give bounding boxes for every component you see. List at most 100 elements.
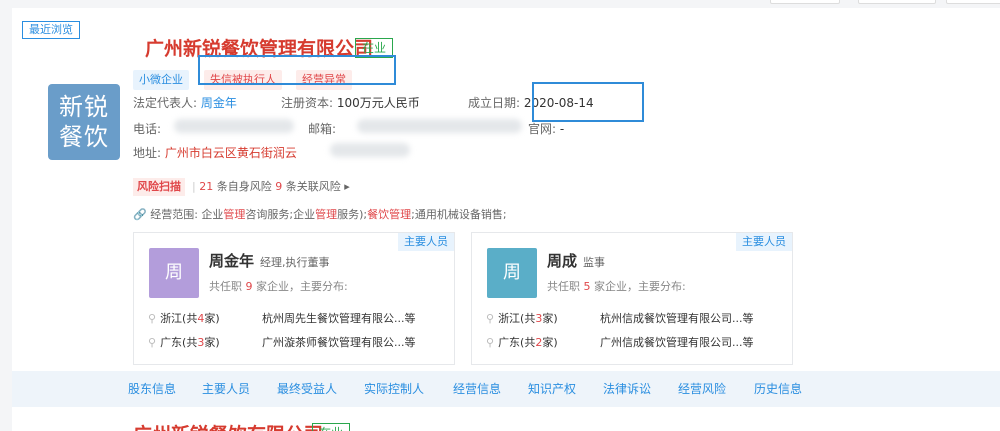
person-count: 共任职 5 家企业，主要分布: [547, 279, 686, 295]
count-suffix: 家企业，主要分布: [594, 280, 686, 293]
top-button[interactable] [858, 0, 936, 4]
location-row[interactable]: ⚲ 广东(共3家) 广州漩茶师餐饮管理有限公...等 [148, 335, 416, 351]
person-role: 经理,执行董事 [260, 256, 330, 269]
avatar[interactable]: 周 [149, 248, 199, 298]
location-row[interactable]: ⚲ 浙江(共3家) 杭州信成餐饮管理有限公司...等 [486, 311, 754, 327]
scope-text: 企业 [201, 208, 224, 221]
person-name[interactable]: 周成 监事 [547, 251, 605, 273]
scope-label: 经营范围: [150, 208, 198, 221]
top-strip [0, 0, 1000, 8]
company-card: 最近浏览 新锐 餐饮 广州新锐餐饮管理有限公司 在业 小微企业 失信被执行人 经… [12, 8, 1000, 371]
email-label: 邮箱: [308, 122, 337, 136]
top-button[interactable] [946, 0, 1000, 4]
loc-suffix: 家) [204, 336, 220, 349]
scope-highlight: 管理 [223, 208, 246, 221]
next-status-badge: 在业 [312, 423, 351, 431]
person-name-text: 周成 [547, 252, 578, 270]
nav-shareholders[interactable]: 股东信息 [128, 381, 176, 397]
top-button[interactable] [770, 0, 840, 4]
address-blurred [330, 143, 410, 157]
scope-highlight: 管理 [315, 208, 338, 221]
nav-legal-litigation[interactable]: 法律诉讼 [603, 381, 651, 397]
loc-prefix: 浙江(共 [498, 312, 536, 325]
loc-prefix: 广东(共 [160, 336, 198, 349]
location-row[interactable]: ⚲ 广东(共2家) 广州信成餐饮管理有限公司...等 [486, 335, 754, 351]
capital-row: 注册资本: 100万元人民币 [281, 95, 420, 111]
count-suffix: 家企业，主要分布: [256, 280, 348, 293]
nav-intellectual-property[interactable]: 知识产权 [528, 381, 576, 397]
nav-actual-controller[interactable]: 实际控制人 [364, 381, 424, 397]
loc-prefix: 浙江(共 [160, 312, 198, 325]
person-count: 共任职 9 家企业，主要分布: [209, 279, 348, 295]
legal-rep-label: 法定代表人: [133, 96, 198, 110]
person-name-text: 周金年 [209, 252, 255, 270]
capital-value: 100万元人民币 [336, 96, 420, 110]
loc-company[interactable]: 广州信成餐饮管理有限公司...等 [600, 335, 754, 351]
nav-history[interactable]: 历史信息 [754, 381, 802, 397]
recent-view-tag: 最近浏览 [22, 21, 80, 39]
person-card[interactable]: 主要人员 周 周金年 经理,执行董事 共任职 9 家企业，主要分布: ⚲ 浙江(共4… [133, 232, 455, 365]
founded-label: 成立日期: [468, 96, 521, 110]
location-row[interactable]: ⚲ 浙江(共4家) 杭州周先生餐饮管理有限公...等 [148, 311, 416, 327]
count-value: 5 [583, 280, 591, 293]
scope-text: ;通用机械设备销售; [411, 208, 507, 221]
nav-key-personnel[interactable]: 主要人员 [202, 381, 250, 397]
person-card[interactable]: 主要人员 周 周成 监事 共任职 5 家企业，主要分布: ⚲ 浙江(共3家) 杭州信… [471, 232, 793, 365]
address-label: 地址: [133, 146, 162, 160]
website-value: - [559, 122, 565, 136]
loc-company[interactable]: 广州漩茶师餐饮管理有限公...等 [262, 335, 416, 351]
loc-suffix: 家) [204, 312, 220, 325]
person-label: 主要人员 [736, 233, 792, 251]
loc-company[interactable]: 杭州信成餐饮管理有限公司...等 [600, 311, 754, 327]
address-value[interactable]: 广州市白云区黄石街润云 [165, 146, 297, 160]
location-pin-icon: ⚲ [148, 336, 157, 349]
count-prefix: 共任职 [209, 280, 242, 293]
phone-label: 电话: [133, 122, 162, 136]
logo-text-line1: 新锐 [59, 93, 109, 121]
loc-suffix: 家) [542, 336, 558, 349]
legal-rep-link[interactable]: 周金年 [201, 96, 237, 110]
risk-related-text: 条关联风险 [285, 180, 341, 193]
scope-text: 咨询服务;企业 [245, 208, 316, 221]
avatar[interactable]: 周 [487, 248, 537, 298]
capital-label: 注册资本: [281, 96, 334, 110]
loc-company[interactable]: 杭州周先生餐饮管理有限公...等 [262, 311, 416, 327]
highlight-box-founded [532, 82, 644, 122]
phone-row: 电话: [133, 121, 161, 137]
risk-scan-badge[interactable]: 风险扫描 [133, 178, 185, 196]
location-pin-icon: ⚲ [486, 336, 495, 349]
address-row: 地址: 广州市白云区黄石街润云 [133, 145, 297, 161]
phone-blurred [174, 119, 294, 133]
count-value: 9 [245, 280, 253, 293]
email-blurred [357, 119, 522, 133]
highlight-box-tags [198, 55, 396, 85]
section-nav: 股东信息 主要人员 最终受益人 实际控制人 经营信息 知识产权 法律诉讼 经营风… [12, 371, 1000, 407]
person-role: 监事 [583, 256, 606, 269]
caret-right-icon: ▸ [344, 180, 350, 193]
email-row: 邮箱: [308, 121, 336, 137]
location-pin-icon: ⚲ [486, 312, 495, 325]
risk-related-count: 9 [275, 180, 283, 193]
website-label: 官网: [528, 122, 557, 136]
person-label: 主要人员 [398, 233, 454, 251]
person-name[interactable]: 周金年 经理,执行董事 [209, 251, 330, 273]
loc-suffix: 家) [542, 312, 558, 325]
tag-small-micro[interactable]: 小微企业 [133, 70, 189, 90]
risk-self-text: 条自身风险 [216, 180, 272, 193]
nav-ultimate-beneficiary[interactable]: 最终受益人 [277, 381, 337, 397]
risk-self-count: 21 [199, 180, 214, 193]
next-company-name[interactable]: 广州新锐餐饮有限公司 [133, 423, 323, 431]
link-icon: 🔗 [133, 208, 147, 221]
scope-text: 服务); [337, 208, 368, 221]
next-company-card: 广州新锐餐饮有限公司 在业 [12, 407, 1000, 431]
location-pin-icon: ⚲ [148, 312, 157, 325]
company-logo[interactable]: 新锐 餐饮 [48, 84, 120, 160]
website-row: 官网: - [528, 121, 564, 137]
logo-text-line2: 餐饮 [59, 123, 109, 151]
nav-business-risk[interactable]: 经营风险 [678, 381, 726, 397]
scope-highlight: 餐饮管理 [367, 208, 412, 221]
nav-business-info[interactable]: 经营信息 [453, 381, 501, 397]
risk-summary[interactable]: | 21 条自身风险 9 条关联风险 ▸ [192, 179, 350, 195]
count-prefix: 共任职 [547, 280, 580, 293]
business-scope: 🔗 经营范围: 企业管理咨询服务;企业管理服务);餐饮管理;通用机械设备销售; [133, 207, 507, 223]
